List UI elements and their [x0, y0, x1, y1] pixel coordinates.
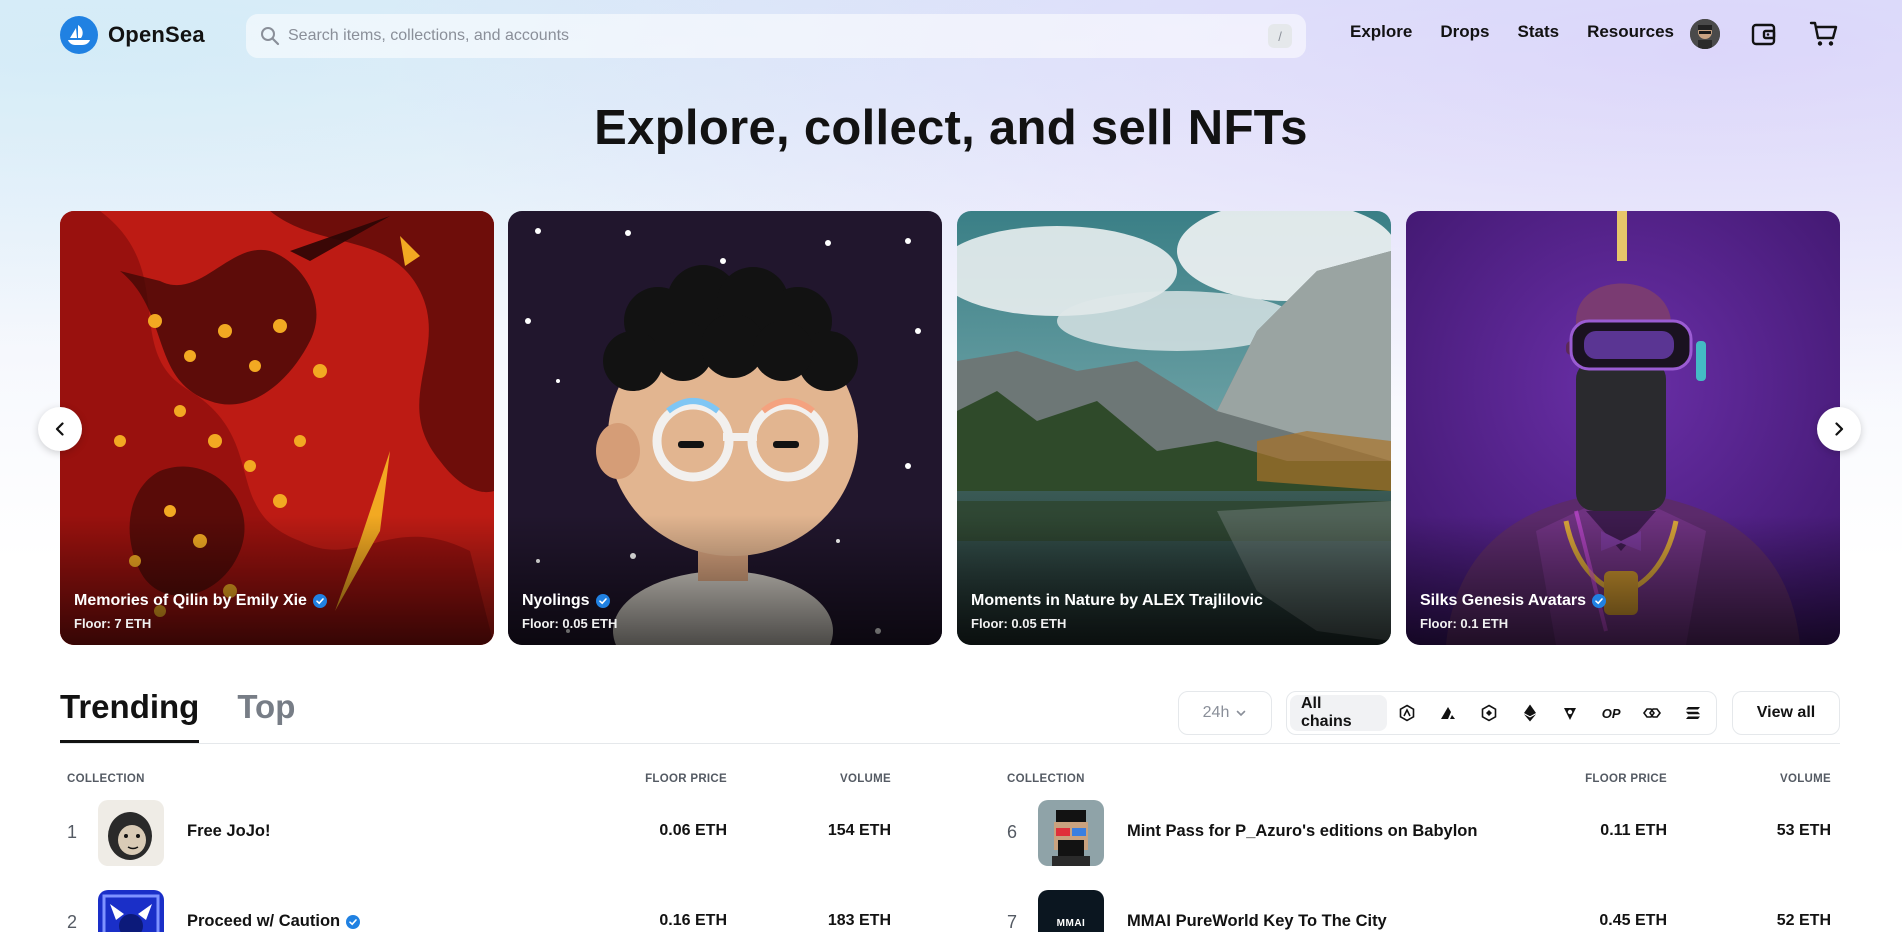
avalanche-icon[interactable]: [1428, 695, 1469, 731]
volume-value: 154 ETH: [827, 822, 891, 839]
chain-all-button[interactable]: All chains: [1290, 695, 1388, 731]
chevron-right-icon: [1832, 422, 1846, 436]
floor-price: 0.45 ETH: [1599, 912, 1667, 929]
volume-value: 183 ETH: [827, 912, 891, 929]
verified-badge-icon: [346, 914, 361, 929]
featured-card-info: Memories of Qilin by Emily Xie Floor: 7 …: [74, 592, 327, 631]
verified-badge-icon: [312, 594, 327, 608]
time-period-value: 24h: [1202, 704, 1230, 721]
featured-carousel: Memories of Qilin by Emily Xie Floor: 7 …: [60, 211, 1840, 645]
collection-name: Free JoJo!: [187, 822, 271, 840]
optimism-icon[interactable]: OP: [1591, 695, 1632, 731]
collection-thumbnail: [1038, 800, 1104, 866]
hero-title: Explore, collect, and sell NFTs: [594, 101, 1308, 155]
featured-card-info: Nyolings Floor: 0.05 ETH: [522, 592, 617, 631]
table-row[interactable]: 7 MMAI MMAI PureWorld Key To The City 0.…: [1007, 890, 1837, 932]
carousel-next-button[interactable]: [1817, 407, 1861, 451]
tab-top[interactable]: Top: [237, 688, 295, 743]
collection-name: Mint Pass for P_Azuro's editions on Baby…: [1127, 822, 1478, 840]
collection-column-header: COLLECTION: [67, 773, 145, 785]
collection-thumbnail: MMAI: [1038, 890, 1104, 932]
chain-filter: All chains OP: [1286, 691, 1717, 735]
table-row[interactable]: 2 Proceed w/ Caution 0.16 ETH 183 ETH: [67, 890, 897, 932]
page: OpenSea / Explore Drops Stats Resources: [0, 0, 1902, 932]
collection-name: MMAI PureWorld Key To The City: [1127, 912, 1387, 930]
opensea-logo-icon: [60, 16, 98, 54]
row-rank: 2: [67, 912, 78, 932]
ethereum-icon[interactable]: [1509, 695, 1550, 731]
featured-card-info: Moments in Nature by ALEX Trajlilovic Fl…: [971, 592, 1263, 631]
volume-column-header: VOLUME: [1780, 773, 1831, 785]
chevron-down-icon: [1235, 707, 1247, 719]
featured-card-floor: Floor: 0.05 ETH: [522, 616, 618, 631]
klaytn-icon[interactable]: [1550, 695, 1591, 731]
featured-card-floor: Floor: 0.05 ETH: [971, 616, 1067, 631]
floor-price: 0.11 ETH: [1600, 822, 1667, 839]
polygon-icon[interactable]: [1632, 695, 1673, 731]
chevron-left-icon: [53, 422, 67, 436]
cart-icon[interactable]: [1809, 20, 1839, 48]
bnb-icon[interactable]: [1469, 695, 1510, 731]
search-icon: [260, 26, 280, 46]
featured-card[interactable]: Nyolings Floor: 0.05 ETH: [508, 211, 942, 645]
volume-column-header: VOLUME: [840, 773, 891, 785]
featured-card-info: Silks Genesis Avatars Floor: 0.1 ETH: [1420, 592, 1607, 631]
ranking-tabs: Trending Top: [60, 688, 295, 743]
search-input[interactable]: [288, 27, 1268, 45]
featured-card[interactable]: Moments in Nature by ALEX Trajlilovic Fl…: [957, 211, 1391, 645]
featured-card-floor: Floor: 7 ETH: [74, 616, 152, 631]
featured-card-title: Moments in Nature by ALEX Trajlilovic: [971, 592, 1263, 609]
featured-card-floor: Floor: 0.1 ETH: [1420, 616, 1509, 631]
row-rank: 7: [1007, 912, 1018, 932]
floor-column-header: FLOOR PRICE: [645, 773, 727, 785]
volume-value: 53 ETH: [1776, 822, 1831, 839]
search-shortcut-badge: /: [1268, 24, 1292, 48]
nav-stats[interactable]: Stats: [1517, 22, 1559, 42]
row-rank: 1: [67, 822, 78, 842]
featured-card-title: Silks Genesis Avatars: [1420, 592, 1587, 609]
floor-price: 0.16 ETH: [659, 912, 727, 929]
tabs-divider: [60, 743, 1840, 744]
view-all-button[interactable]: View all: [1732, 691, 1840, 735]
featured-card-title: Nyolings: [522, 592, 590, 609]
nav-drops[interactable]: Drops: [1440, 22, 1489, 42]
collection-thumbnail: [98, 890, 164, 932]
nav-links: Explore Drops Stats Resources: [1350, 22, 1702, 42]
carousel-prev-button[interactable]: [38, 407, 82, 451]
collection-column-header: COLLECTION: [1007, 773, 1085, 785]
brand-name: OpenSea: [108, 22, 205, 47]
featured-card[interactable]: Memories of Qilin by Emily Xie Floor: 7 …: [60, 211, 494, 645]
featured-card[interactable]: Silks Genesis Avatars Floor: 0.1 ETH: [1406, 211, 1840, 645]
collection-name: Proceed w/ Caution: [187, 912, 361, 931]
nav-resources[interactable]: Resources: [1587, 22, 1674, 42]
table-row[interactable]: 1 Free JoJo! 0.06 ETH 154 ETH: [67, 800, 897, 866]
floor-column-header: FLOOR PRICE: [1585, 773, 1667, 785]
opensea-logo[interactable]: OpenSea: [60, 16, 205, 54]
verified-badge-icon: [1592, 594, 1607, 608]
tab-trending[interactable]: Trending: [60, 688, 200, 743]
arbitrum-icon[interactable]: [1387, 695, 1428, 731]
collection-thumbnail: [98, 800, 164, 866]
wallet-icon[interactable]: [1750, 20, 1778, 48]
featured-card-title: Memories of Qilin by Emily Xie: [74, 592, 307, 609]
profile-avatar[interactable]: [1690, 19, 1720, 49]
search-bar[interactable]: /: [246, 14, 1306, 58]
navbar: OpenSea / Explore Drops Stats Resources: [0, 0, 1902, 70]
time-period-dropdown[interactable]: 24h: [1178, 691, 1272, 735]
row-rank: 6: [1007, 822, 1018, 842]
floor-price: 0.06 ETH: [659, 822, 727, 839]
table-row[interactable]: 6 Mint Pass for P_Azuro's editions on Ba…: [1007, 800, 1837, 866]
verified-badge-icon: [595, 594, 610, 608]
solana-icon[interactable]: [1672, 695, 1713, 731]
nav-explore[interactable]: Explore: [1350, 22, 1412, 42]
volume-value: 52 ETH: [1776, 912, 1831, 929]
